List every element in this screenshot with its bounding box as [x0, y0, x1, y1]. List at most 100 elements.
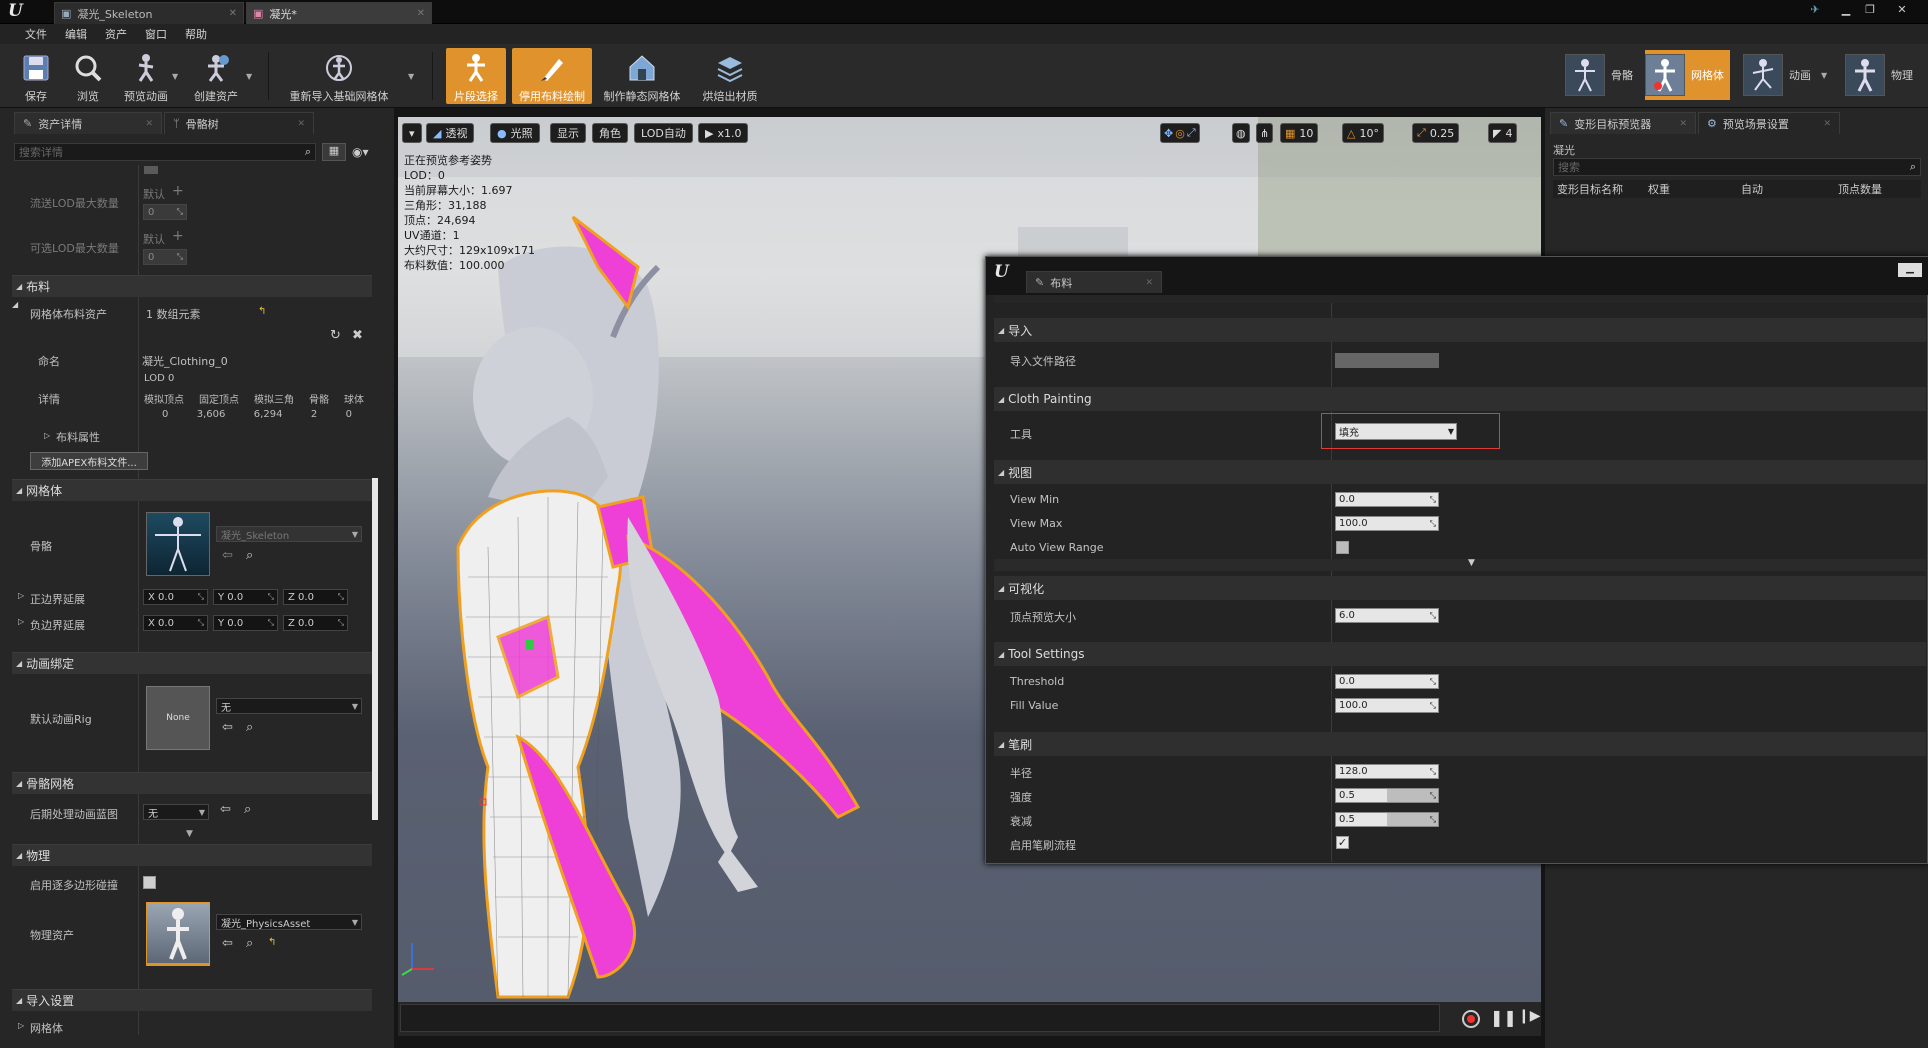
unreal-logo-icon[interactable]: U	[8, 1, 23, 21]
tab-skeleton-tree[interactable]: ᛘ 骨骼树 ✕	[164, 112, 314, 134]
menu-window[interactable]: 窗口	[136, 26, 176, 42]
use-selected-arrow-icon[interactable]: ⇦	[222, 720, 233, 735]
show-button[interactable]: 显示	[550, 123, 586, 143]
eye-visibility-icon[interactable]: ◉▾	[352, 145, 369, 159]
doc-tab-skeleton[interactable]: ▣ 凝光_Skeleton ✕	[54, 2, 244, 24]
browse-search-icon[interactable]: ⌕	[246, 720, 253, 735]
angle-snap-button[interactable]: △ 10°	[1342, 123, 1384, 143]
tab-asset-details[interactable]: ✎ 资产详情 ✕	[14, 112, 162, 134]
group-view[interactable]: ◢ 视图	[994, 460, 1926, 484]
add-apex-cloth-button[interactable]: 添加APEX布料文件...	[30, 452, 148, 470]
advanced-expander[interactable]	[994, 559, 1926, 571]
grid-view-button[interactable]: ▦	[322, 143, 346, 161]
view-lit-button[interactable]: ● 光照	[490, 123, 540, 143]
tab-cloth[interactable]: ✎ 布料 ✕	[1026, 271, 1162, 293]
point-size-field[interactable]: 6.0 ⤡	[1335, 608, 1439, 623]
column-auto[interactable]: 自动	[1741, 181, 1763, 197]
physics-asset-select[interactable]: 凝光_PhysicsAsset ▼	[216, 914, 362, 930]
disable-cloth-paint-button[interactable]: 停用布料绘制	[512, 48, 592, 104]
step-forward-icon[interactable]: ❙▶	[1518, 1008, 1541, 1024]
menu-help[interactable]: 帮助	[176, 26, 216, 42]
lod-auto-button[interactable]: LOD自动	[634, 123, 693, 143]
brush-flow-checkbox[interactable]: ✓	[1336, 836, 1349, 849]
tab-morph-target-preview[interactable]: ✎ 变形目标预览器 ✕	[1550, 112, 1696, 134]
chevron-down-icon[interactable]: ▼	[172, 72, 178, 81]
rotate-icon[interactable]: ◎	[1175, 127, 1185, 140]
add-icon[interactable]: +	[172, 183, 184, 199]
timeline-scrubber[interactable]	[400, 1004, 1440, 1032]
use-selected-arrow-icon[interactable]: ⇦	[222, 936, 233, 951]
character-button[interactable]: 角色	[592, 123, 628, 143]
menu-asset[interactable]: 资产	[96, 26, 136, 42]
close-icon[interactable]: ✕	[297, 119, 305, 129]
falloff-slider[interactable]: 0.5 ⤡	[1335, 812, 1439, 827]
close-window-icon[interactable]: ✕	[1894, 3, 1910, 17]
details-search-input[interactable]: 搜索详情 ⌕	[14, 143, 316, 161]
group-visualization[interactable]: ◢ 可视化	[994, 576, 1926, 600]
column-vertex-count[interactable]: 顶点数量	[1838, 181, 1882, 197]
rig-thumbnail[interactable]: None	[146, 686, 210, 750]
per-poly-collision-checkbox[interactable]	[143, 876, 156, 889]
menu-file[interactable]: 文件	[16, 26, 56, 42]
scrollbar[interactable]	[372, 478, 378, 820]
surface-snap-button[interactable]: ⋔	[1256, 123, 1274, 143]
reset-arrow-icon[interactable]: ↰	[268, 937, 276, 948]
scale-icon[interactable]: ⤢	[1187, 126, 1196, 140]
browse-search-icon[interactable]: ⌕	[244, 802, 251, 817]
pos-bounds-z[interactable]: Z 0.0 ⤡	[283, 589, 348, 605]
neg-bounds-z[interactable]: Z 0.0 ⤡	[283, 615, 348, 631]
browse-search-icon[interactable]: ⌕	[246, 936, 253, 951]
neg-bounds-y[interactable]: Y 0.0 ⤡	[213, 615, 278, 631]
radius-field[interactable]: 128.0 ⤡	[1335, 764, 1439, 779]
expand-triangle-icon[interactable]: ▷	[18, 617, 24, 626]
column-weight[interactable]: 权重	[1648, 181, 1670, 197]
skeleton-select[interactable]: 凝光_Skeleton ▼	[216, 526, 362, 542]
group-brush[interactable]: ◢ 笔刷	[994, 732, 1926, 756]
scale-snap-button[interactable]: ⤢ 0.25	[1412, 123, 1460, 143]
close-icon[interactable]: ✕	[1145, 278, 1153, 288]
make-static-mesh-button[interactable]: 制作静态网格体	[600, 48, 684, 104]
section-cloth[interactable]: ◢ 布料	[12, 275, 372, 297]
skeleton-thumbnail[interactable]	[146, 512, 210, 576]
restore-icon[interactable]: ❐	[1862, 3, 1878, 17]
group-import[interactable]: ◢ 导入	[994, 318, 1926, 342]
expand-triangle-icon[interactable]: ▷	[18, 1021, 24, 1030]
morph-search-input[interactable]: 搜索 ⌕	[1553, 158, 1921, 176]
add-icon[interactable]: +	[172, 228, 184, 244]
close-icon[interactable]: ✕	[145, 119, 153, 129]
refresh-icon[interactable]: ↻	[330, 328, 341, 343]
expand-more-icon[interactable]: ▼	[1468, 558, 1475, 568]
browse-button[interactable]: 浏览	[58, 48, 118, 104]
view-max-field[interactable]: 100.0 ⤡	[1335, 516, 1439, 531]
use-selected-arrow-icon[interactable]: ⇦	[222, 548, 233, 563]
create-asset-button[interactable]: 创建资产	[186, 48, 246, 104]
bake-material-button[interactable]: 烘焙出材质	[690, 48, 770, 104]
import-path-field[interactable]	[1335, 353, 1439, 368]
doc-tab-mesh[interactable]: ▣ 凝光* ✕	[246, 2, 432, 24]
record-button[interactable]	[1462, 1010, 1480, 1028]
close-icon[interactable]: ✕	[417, 8, 425, 19]
minimize-icon[interactable]: ▁	[1898, 263, 1922, 277]
rig-select[interactable]: 无 ▼	[216, 698, 362, 714]
use-selected-arrow-icon[interactable]: ⇦	[220, 802, 231, 817]
section-select-button[interactable]: 片段选择	[446, 48, 506, 104]
browse-search-icon[interactable]: ⌕	[246, 548, 253, 563]
preview-animation-button[interactable]: 预览动画	[116, 48, 176, 104]
group-tool-settings[interactable]: ◢ Tool Settings	[994, 642, 1926, 666]
physics-asset-thumbnail[interactable]	[146, 902, 210, 966]
strength-slider[interactable]: 0.5 ⤡	[1335, 788, 1439, 803]
chevron-down-icon[interactable]: ▼	[1821, 71, 1827, 80]
chevron-down-icon[interactable]: ▼	[408, 72, 414, 81]
optional-lod-field[interactable]: 0 ⤡	[143, 249, 187, 265]
close-icon[interactable]: ✕	[229, 8, 237, 19]
postprocess-select[interactable]: 无 ▼	[143, 804, 209, 820]
pos-bounds-y[interactable]: Y 0.0 ⤡	[213, 589, 278, 605]
expand-more-icon[interactable]: ▼	[186, 829, 193, 839]
mode-mesh[interactable]: 网格体	[1645, 50, 1730, 100]
section-anim-binding[interactable]: ◢ 动画绑定	[12, 652, 372, 674]
pause-icon[interactable]: ❚❚	[1490, 1008, 1517, 1027]
mode-animation[interactable]: 动画 ▼	[1743, 50, 1827, 100]
fill-value-field[interactable]: 100.0 ⤡	[1335, 698, 1439, 713]
expand-triangle-icon[interactable]: ◢	[12, 300, 22, 309]
mode-skeleton[interactable]: 骨骼	[1565, 50, 1633, 100]
